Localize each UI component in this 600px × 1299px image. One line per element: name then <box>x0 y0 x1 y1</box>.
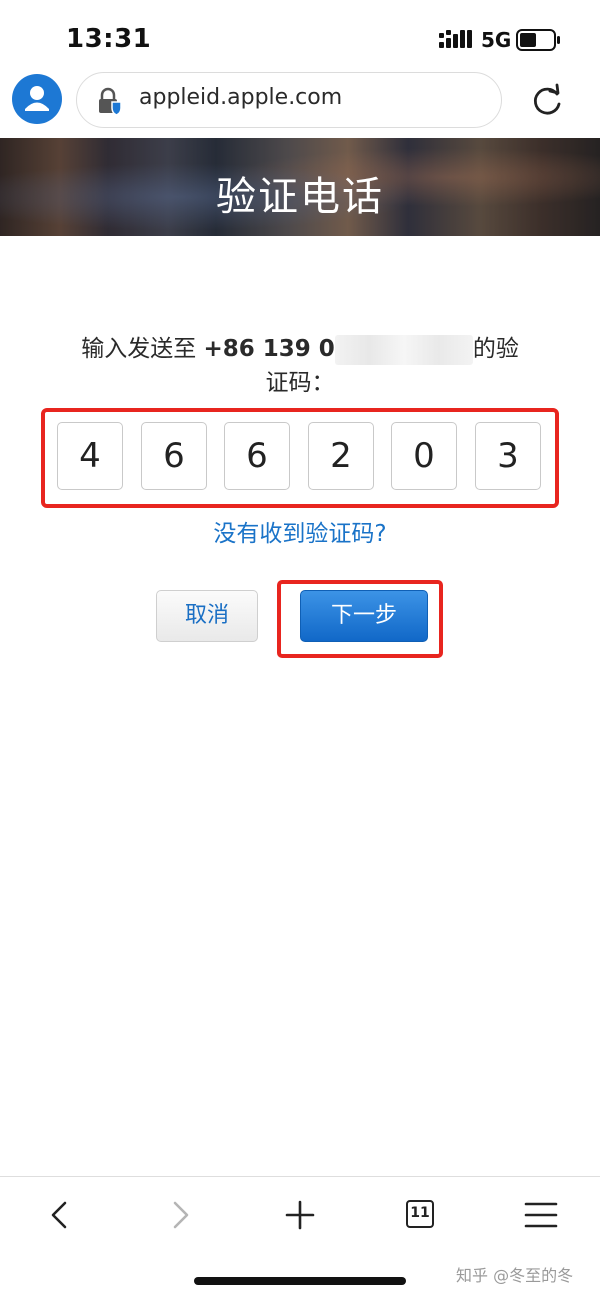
plus-icon[interactable] <box>280 1195 320 1235</box>
code-digit-input-6[interactable]: 3 <box>475 422 541 490</box>
verification-instruction: 输入发送至 +86 139 0 的验 证码： <box>60 332 540 400</box>
code-digit-input-5[interactable]: 0 <box>391 422 457 490</box>
forward-arrow-icon[interactable] <box>160 1195 200 1235</box>
url-field[interactable]: appleid.apple.com <box>76 72 502 128</box>
home-indicator[interactable] <box>194 1277 406 1285</box>
code-digit-input-3[interactable]: 6 <box>224 422 290 490</box>
tabs-icon[interactable]: 11 <box>406 1200 434 1228</box>
phone-number-prefix: +86 139 0 <box>203 336 335 362</box>
resend-code-link[interactable]: 没有收到验证码? <box>0 514 600 548</box>
masked-phone-digits <box>334 334 473 365</box>
battery-icon <box>516 29 560 51</box>
code-digit-input-1[interactable]: 4 <box>57 422 123 490</box>
header-banner: 验证电话 <box>0 138 600 236</box>
back-arrow-icon[interactable] <box>40 1195 80 1235</box>
reload-icon[interactable] <box>528 82 566 120</box>
watermark: 知乎 @冬至的冬 <box>456 1266 574 1285</box>
instruction-text: 输入发送至 <box>81 336 204 362</box>
network-type-label: 5G <box>481 28 512 52</box>
hamburger-menu-icon[interactable] <box>521 1195 561 1235</box>
code-digit-input-2[interactable]: 6 <box>141 422 207 490</box>
profile-avatar-icon[interactable] <box>12 74 62 124</box>
code-digit-input-4[interactable]: 2 <box>308 422 374 490</box>
cancel-button[interactable]: 取消 <box>156 590 258 642</box>
browser-address-bar: appleid.apple.com <box>0 72 600 138</box>
status-bar: 13:31 5G <box>0 0 600 72</box>
lock-shield-icon <box>99 87 122 115</box>
instruction-text-line2: 证码： <box>265 370 335 396</box>
url-text: appleid.apple.com <box>139 85 343 110</box>
status-time: 13:31 <box>66 24 152 54</box>
next-button[interactable]: 下一步 <box>300 590 428 642</box>
instruction-text-tail: 的验 <box>472 336 519 362</box>
cellular-signal-icon <box>439 30 472 48</box>
page-title: 验证电话 <box>216 174 384 220</box>
